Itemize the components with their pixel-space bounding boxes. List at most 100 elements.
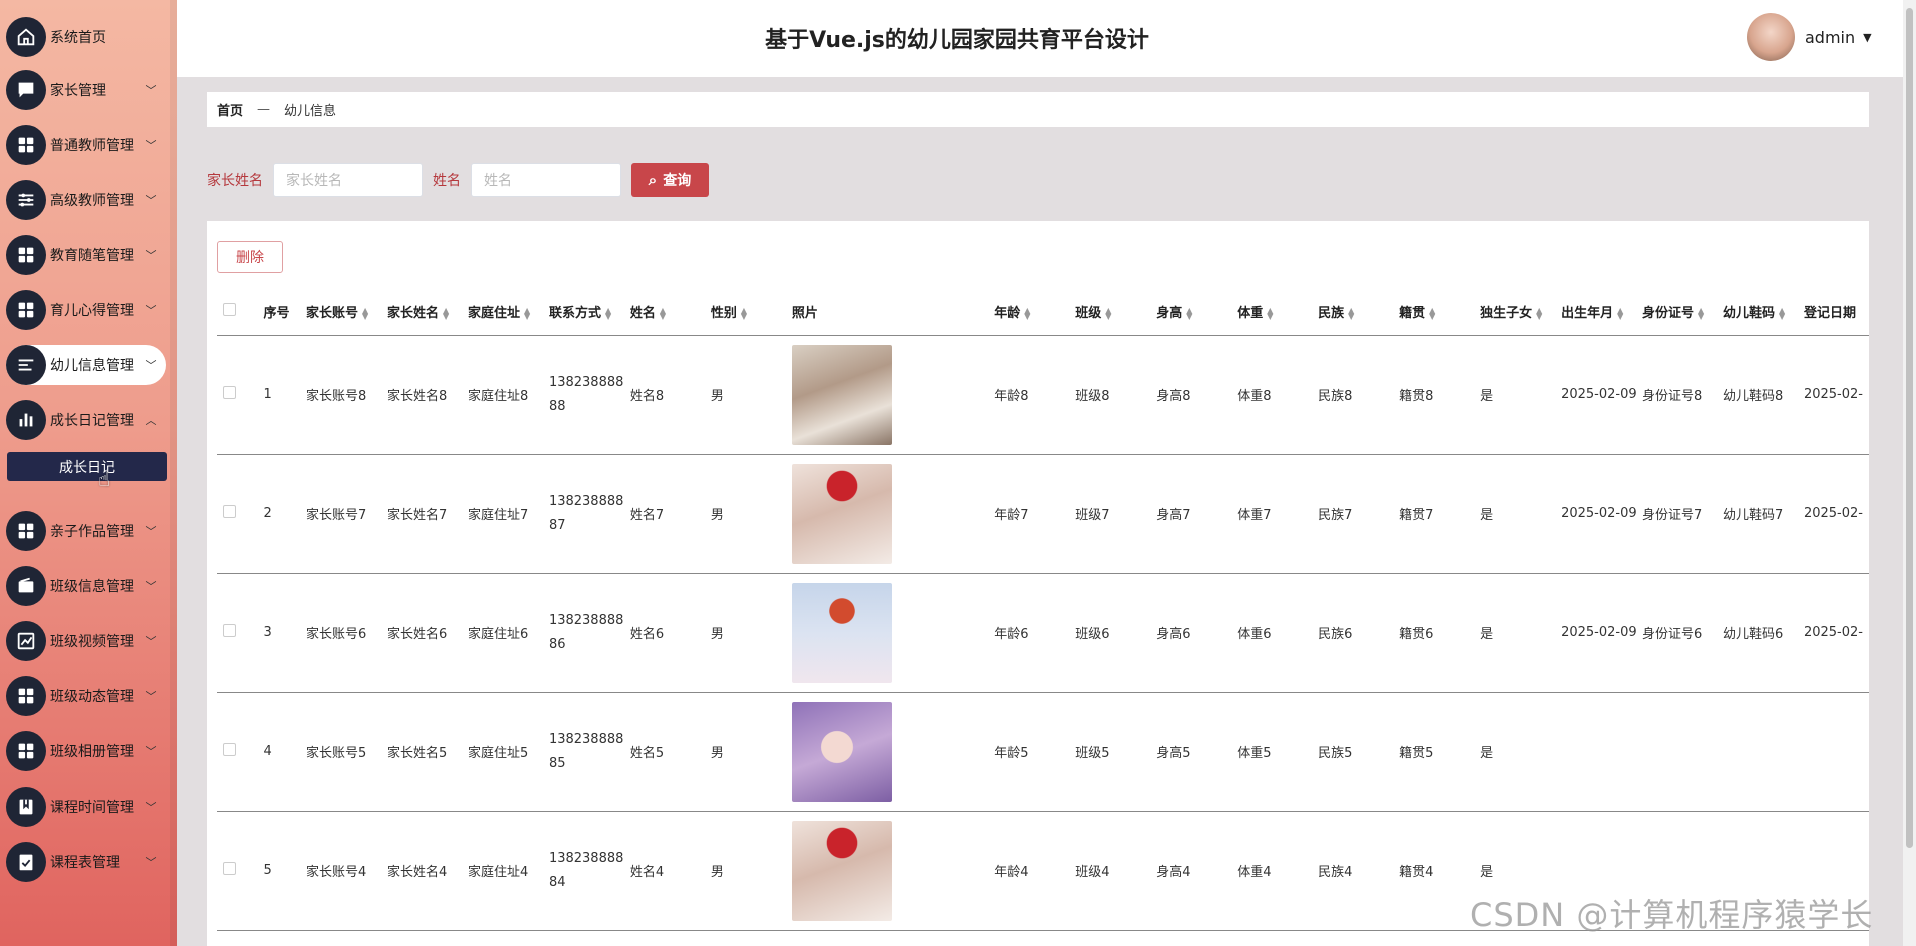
sidebar-item-parenting[interactable]: 育儿心得管理 ﹀ <box>6 290 166 330</box>
select-all-checkbox-cell[interactable] <box>217 289 262 336</box>
search-icon: ⌕ <box>648 171 658 189</box>
book-icon <box>6 787 46 827</box>
cell-parent: 家长姓名5 <box>385 692 466 812</box>
col-header[interactable]: 姓名 ▲ ▼ <box>627 289 709 336</box>
sidebar-item-classes[interactable]: 班级信息管理 ﹀ <box>6 566 166 606</box>
sort-icon[interactable]: ▲ ▼ <box>1186 306 1192 320</box>
col-header[interactable]: 年龄 ▲ ▼ <box>992 289 1074 336</box>
sort-icon[interactable]: ▲ ▼ <box>1617 306 1623 320</box>
cell-origin: 籍贯8 <box>1397 335 1479 455</box>
parent-name-input[interactable] <box>273 163 423 197</box>
child-photo[interactable] <box>791 701 892 802</box>
sidebar-item-videos[interactable]: 班级视频管理 ﹀ <box>6 621 166 661</box>
col-header[interactable]: 身高 ▲ ▼ <box>1154 289 1236 336</box>
chevron-down-icon: ﹀ <box>145 304 157 317</box>
child-photo[interactable] <box>791 582 892 683</box>
sidebar-item-label: 班级视频管理 <box>50 634 134 650</box>
sort-icon[interactable]: ▲ ▼ <box>524 306 530 320</box>
cell-index: 1 <box>261 335 305 455</box>
line-chart-icon <box>6 621 46 661</box>
select-all-checkbox[interactable] <box>223 303 236 317</box>
username[interactable]: admin <box>1805 28 1855 47</box>
table-row: 3 家长账号6 家长姓名6 家庭住址6 13823888886 姓名6 男 年龄… <box>217 573 1869 693</box>
sort-icon[interactable]: ▲ ▼ <box>1024 306 1030 320</box>
col-header[interactable]: 体重 ▲ ▼ <box>1235 289 1317 336</box>
user-menu[interactable]: admin ▼ <box>1747 13 1872 61</box>
top-header: 基于Vue.js的幼儿园家园共育平台设计 admin ▼ <box>177 0 1903 77</box>
sort-icon[interactable]: ▲ ▼ <box>362 306 368 320</box>
sort-icon[interactable]: ▲ ▼ <box>1698 306 1704 320</box>
child-photo[interactable] <box>791 463 892 564</box>
child-photo[interactable] <box>791 820 892 921</box>
sidebar-item-news[interactable]: 班级动态管理 ﹀ <box>6 676 166 716</box>
sidebar-item-label: 教育随笔管理 <box>50 248 134 264</box>
breadcrumb: 首页 — 幼儿信息 <box>207 92 1869 127</box>
col-header[interactable]: 联系方式 ▲ ▼ <box>546 289 628 336</box>
search-button[interactable]: ⌕ 查询 <box>631 163 709 197</box>
col-header[interactable]: 幼儿鞋码 ▲ ▼ <box>1721 289 1802 336</box>
cell-shoe: 幼儿鞋码8 <box>1721 335 1802 455</box>
sort-icon[interactable]: ▲ ▼ <box>741 306 747 320</box>
sidebar-item-albums[interactable]: 班级相册管理 ﹀ <box>6 731 166 771</box>
sort-icon[interactable]: ▲ ▼ <box>1536 306 1542 320</box>
child-name-input[interactable] <box>471 163 621 197</box>
row-checkbox[interactable] <box>223 862 236 875</box>
cell-name: 姓名4 <box>627 811 709 931</box>
sidebar-item-diary[interactable]: 成长日记管理 ︿ <box>6 400 166 440</box>
caret-down-icon[interactable]: ▼ <box>1863 31 1871 44</box>
sort-icon[interactable]: ▲ ▼ <box>605 306 611 320</box>
search-bar: 家长姓名 姓名 ⌕ 查询 <box>207 163 709 197</box>
cell-only-child: 是 <box>1478 692 1560 812</box>
avatar[interactable] <box>1747 13 1795 61</box>
col-header[interactable]: 班级 ▲ ▼ <box>1073 289 1155 336</box>
col-header[interactable]: 独生子女 ▲ ▼ <box>1478 289 1560 336</box>
cell-age: 年龄7 <box>992 454 1074 574</box>
chevron-down-icon: ﹀ <box>145 139 157 152</box>
col-header[interactable]: 家庭住址 ▲ ▼ <box>465 289 547 336</box>
row-checkbox[interactable] <box>223 624 236 637</box>
delete-button[interactable]: 删除 <box>217 241 283 273</box>
sort-icon[interactable]: ▲ ▼ <box>660 306 666 320</box>
cell-gender: 男 <box>708 454 790 574</box>
sort-icon[interactable]: ▲ ▼ <box>1105 306 1111 320</box>
sidebar-item-home[interactable]: 系统首页 <box>6 17 166 57</box>
sort-icon[interactable]: ▲ ▼ <box>1348 306 1354 320</box>
sidebar-item-teachers[interactable]: 普通教师管理 ﹀ <box>6 125 166 165</box>
sort-icon[interactable]: ▲ ▼ <box>1429 306 1435 320</box>
row-checkbox[interactable] <box>223 743 236 756</box>
sidebar-item-schedule[interactable]: 课程表管理 ﹀ <box>6 842 166 882</box>
sidebar-item-parents[interactable]: 家长管理 ﹀ <box>6 70 166 110</box>
cell-parent: 家长姓名7 <box>385 454 466 574</box>
sidebar-item-label: 成长日记管理 <box>50 413 134 429</box>
breadcrumb-home[interactable]: 首页 <box>217 100 243 119</box>
submenu-item-diary[interactable]: 成长日记 <box>7 452 167 481</box>
col-header[interactable]: 民族 ▲ ▼ <box>1316 289 1398 336</box>
cell-birth: 2025-02-09 <box>1559 573 1641 693</box>
col-header[interactable]: 性别 ▲ ▼ <box>708 289 790 336</box>
col-header[interactable]: 家长姓名 ▲ ▼ <box>385 289 466 336</box>
col-header[interactable]: 身份证号 ▲ ▼ <box>1640 289 1721 336</box>
cell-height: 身高5 <box>1154 692 1236 812</box>
sidebar-item-senior-teachers[interactable]: 高级教师管理 ﹀ <box>6 180 166 220</box>
col-header[interactable]: 出生年月 ▲ ▼ <box>1559 289 1641 336</box>
sidebar-item-works[interactable]: 亲子作品管理 ﹀ <box>6 511 166 551</box>
chevron-down-icon: ﹀ <box>145 690 157 703</box>
sort-icon[interactable]: ▲ ▼ <box>1267 306 1273 320</box>
row-checkbox[interactable] <box>223 386 236 399</box>
sort-icon[interactable]: ▲ ▼ <box>443 306 449 320</box>
col-header: 登记日期 <box>1801 289 1869 336</box>
page-scrollbar[interactable] <box>1903 0 1916 946</box>
table-row: 1 家长账号8 家长姓名8 家庭住址8 13823888888 姓名8 男 年龄… <box>217 335 1869 455</box>
sidebar-item-essays[interactable]: 教育随笔管理 ﹀ <box>6 235 166 275</box>
col-header[interactable]: 籍贯 ▲ ▼ <box>1397 289 1479 336</box>
child-photo[interactable] <box>791 344 892 445</box>
scrollbar-thumb[interactable] <box>1906 8 1913 848</box>
col-header[interactable]: 家长账号 ▲ ▼ <box>304 289 385 336</box>
cell-name: 姓名8 <box>627 335 709 455</box>
sidebar-item-course-time[interactable]: 课程时间管理 ﹀ <box>6 787 166 827</box>
sidebar-item-children[interactable]: 幼儿信息管理 ﹀ <box>6 345 166 385</box>
chevron-down-icon: ﹀ <box>145 84 157 97</box>
cell-parent: 家长姓名6 <box>385 573 466 693</box>
row-checkbox[interactable] <box>223 505 236 518</box>
sort-icon[interactable]: ▲ ▼ <box>1779 306 1785 320</box>
